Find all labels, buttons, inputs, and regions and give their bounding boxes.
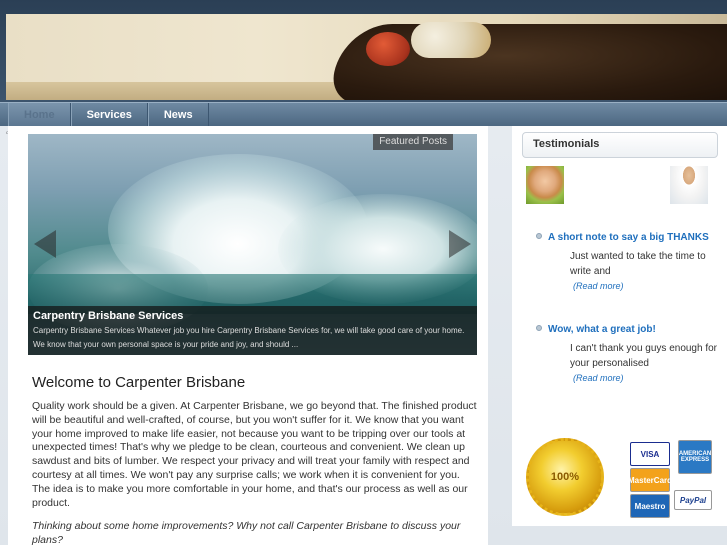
article-body: Quality work should be a given. At Carpe… [32,400,477,509]
nav-home[interactable]: Home [8,103,71,126]
testimonials-heading: Testimonials [522,132,718,158]
article-question: Thinking about some home improvements? W… [32,520,461,545]
header-banner [0,0,727,102]
slide-title[interactable]: Carpentry Brisbane Services [33,310,472,322]
testimonial-excerpt: I can't thank you guys enough for your p… [570,343,718,369]
main-nav: Home Services News [0,102,727,126]
amex-icon: AMERICAN EXPRESS [678,440,712,474]
maestro-icon: Maestro [630,494,670,518]
testimonial-title[interactable]: Wow, what a great job! [548,322,718,337]
banner-tomato [366,32,410,66]
bullet-icon [536,233,542,239]
page-title: Welcome to Carpenter Brisbane [32,374,246,391]
paypal-icon: PayPal [674,490,712,510]
read-more-link[interactable]: (Read more) [573,373,718,383]
slider-next-icon[interactable] [449,230,471,258]
banner-food [411,22,491,58]
slider-prev-icon[interactable] [34,230,56,258]
slide-excerpt: Carpentry Brisbane Services Whatever job… [33,326,465,349]
woman-avatar [526,166,564,204]
slide-caption: Carpentry Brisbane Services Carpentry Br… [28,306,477,355]
featured-slider[interactable]: Featured Posts Carpentry Brisbane Servic… [28,134,477,355]
banner-image [6,14,727,100]
bullet-icon [536,325,542,331]
seal-text: 100% [550,471,580,483]
mastercard-icon: MasterCard [628,468,672,492]
sidebar: Testimonials A short note to say a big T… [512,126,727,526]
testimonial-excerpt: Just wanted to take the time to write an… [570,251,706,277]
read-more-link[interactable]: (Read more) [573,281,718,291]
main-content: Featured Posts Carpentry Brisbane Servic… [8,126,488,545]
visa-icon: VISA [630,442,670,466]
featured-posts-tag: Featured Posts [373,134,453,150]
guarantee-seal: 100% [526,438,604,516]
testimonial-title[interactable]: A short note to say a big THANKS [548,230,718,245]
testimonial-item: A short note to say a big THANKS Just wa… [536,230,718,291]
man-avatar [670,166,708,204]
nav-news[interactable]: News [147,103,209,126]
testimonial-item: Wow, what a great job! I can't thank you… [536,322,718,383]
nav-services[interactable]: Services [70,103,148,126]
